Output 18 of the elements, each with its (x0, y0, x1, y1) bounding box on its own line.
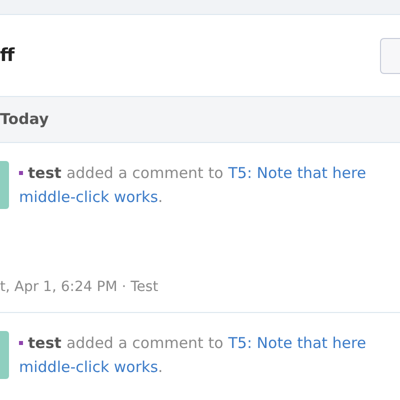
story-meta: t, Apr 1, 6:24 PM · Test (0, 278, 160, 297)
period-text: . (158, 187, 163, 208)
action-text: added a comment to (66, 333, 224, 354)
actor-link[interactable]: test (28, 161, 62, 185)
page-title: ff (0, 44, 15, 68)
bullet-icon (19, 341, 23, 345)
task-link[interactable]: middle-click works (19, 185, 158, 209)
avatar (0, 331, 9, 379)
task-link[interactable]: T5: Note that here (228, 161, 366, 185)
task-link[interactable]: middle-click works (19, 355, 158, 379)
bullet-icon (19, 171, 23, 175)
action-text: added a comment to (66, 163, 224, 184)
actor-link[interactable]: test (28, 331, 62, 355)
header-button[interactable] (380, 38, 400, 74)
group-label: Today (0, 109, 49, 130)
task-link[interactable]: T5: Note that here (228, 331, 366, 355)
avatar (0, 161, 9, 209)
period-text: . (158, 357, 163, 378)
